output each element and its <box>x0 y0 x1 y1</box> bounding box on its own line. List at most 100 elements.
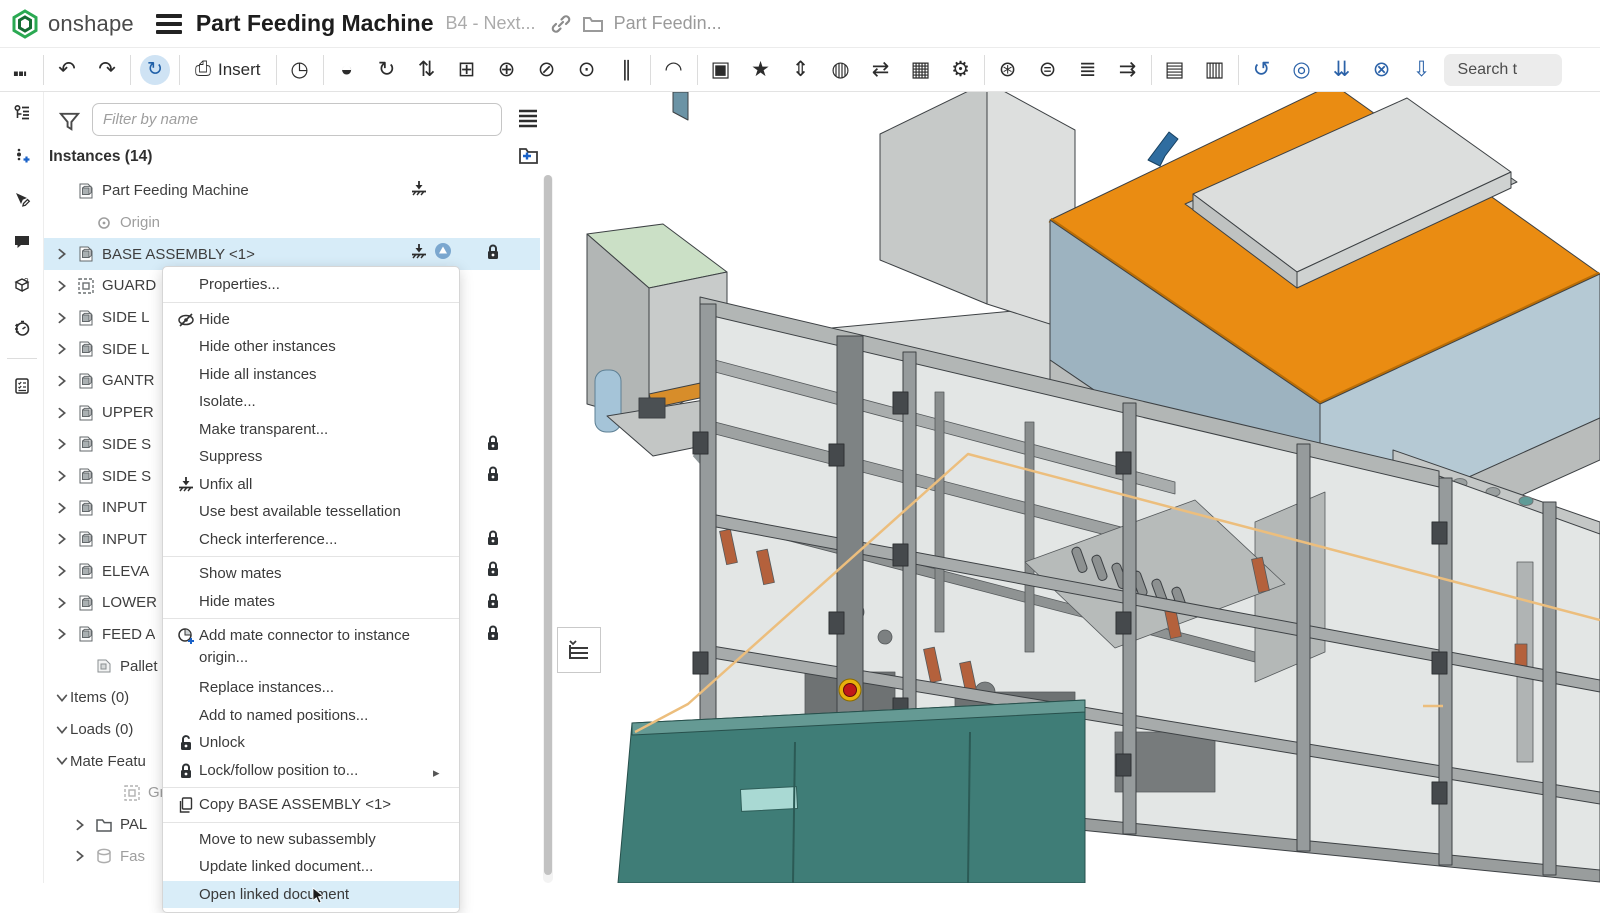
menu-item-hide-all-instances[interactable]: Hide all instances <box>163 361 459 389</box>
update-linked-documents-button[interactable]: ↻ <box>140 55 170 85</box>
chevron-right-icon[interactable] <box>54 373 70 389</box>
chevron-right-icon[interactable] <box>54 595 70 611</box>
variables-add-icon[interactable] <box>7 141 37 171</box>
search-tools-input[interactable]: Search t <box>1444 54 1562 86</box>
revolute-mate-icon[interactable]: ↻ <box>367 52 407 88</box>
pattern-icon[interactable]: ▦ <box>901 52 941 88</box>
menu-item-replace-instances[interactable]: Replace instances... <box>163 674 459 702</box>
move-part-icon[interactable]: ⇕ <box>781 52 821 88</box>
chevron-down-icon[interactable] <box>54 753 70 769</box>
menu-item-add-mate-connector-to-instance-origin[interactable]: Add mate connector to instance origin... <box>163 622 459 674</box>
menu-item-unfix-all[interactable]: Unfix all <box>163 471 459 499</box>
revolve-view-icon[interactable]: ◎ <box>1282 52 1322 88</box>
panel-scrollbar[interactable] <box>543 175 553 883</box>
chevron-right-icon[interactable] <box>54 436 70 452</box>
planar-mate-icon[interactable]: ⊞ <box>447 52 487 88</box>
chevron-right-icon[interactable] <box>54 341 70 357</box>
fixed-icon[interactable] <box>410 243 428 265</box>
linked-document-icon[interactable] <box>434 242 452 264</box>
chevron-right-icon[interactable] <box>54 468 70 484</box>
version-label[interactable]: B4 - Next... <box>446 13 536 34</box>
chevron-down-icon[interactable] <box>54 690 70 706</box>
feature-list-icon[interactable] <box>7 98 37 128</box>
insert-position-icon[interactable]: ⇊ <box>1322 52 1362 88</box>
menu-item-hide-mates[interactable]: Hide mates <box>163 588 459 616</box>
cad-model[interactable] <box>555 92 1600 883</box>
menu-item-hide-other-instances[interactable]: Hide other instances <box>163 333 459 361</box>
assembly-features-icon[interactable]: ⚙ <box>941 52 981 88</box>
lock-icon[interactable] <box>484 529 502 551</box>
drag-part-icon[interactable]: ⇄ <box>861 52 901 88</box>
onshape-logo[interactable]: onshape <box>0 9 148 39</box>
mate-connector-icon[interactable]: ◷ <box>280 52 320 88</box>
sprocket-icon[interactable]: ⊜ <box>1028 52 1068 88</box>
named-views-flyout-button[interactable] <box>557 627 601 673</box>
redo-icon[interactable]: ↷ <box>87 52 127 88</box>
fastened-mate-icon[interactable]: ◒ <box>327 52 367 88</box>
menu-item-make-transparent[interactable]: Make transparent... <box>163 416 459 444</box>
list-view-icon[interactable] <box>516 106 540 135</box>
menu-item-add-to-named-positions[interactable]: Add to named positions... <box>163 702 459 730</box>
cache-state-icon[interactable]: ⇉ <box>1108 52 1148 88</box>
chevron-right-icon[interactable] <box>54 626 70 642</box>
lock-icon[interactable] <box>484 592 502 614</box>
filter-by-name-input[interactable] <box>92 103 502 136</box>
part-inspect-icon[interactable]: ? <box>7 270 37 300</box>
menu-item-show-mates[interactable]: Show mates <box>163 560 459 588</box>
assembly-structure-icon[interactable]: ⑉ <box>0 52 40 88</box>
named-positions-icon[interactable]: ★ <box>741 52 781 88</box>
lock-icon[interactable] <box>484 243 502 265</box>
menu-item-isolate[interactable]: Isolate... <box>163 388 459 416</box>
rack-pinion-icon[interactable]: ≣ <box>1068 52 1108 88</box>
animate-mate-icon[interactable]: ↺ <box>1242 52 1282 88</box>
main-menu-icon[interactable] <box>156 14 182 34</box>
chevron-right-icon[interactable] <box>54 500 70 516</box>
fixed-icon[interactable] <box>410 180 428 202</box>
menu-item-suppress[interactable]: Suppress <box>163 443 459 471</box>
explode-icon[interactable]: ⇩ <box>1402 52 1442 88</box>
comment-icon[interactable] <box>7 227 37 257</box>
gear-relation-icon[interactable]: ⊛ <box>988 52 1028 88</box>
tangent-mate-icon[interactable]: ◠ <box>654 52 694 88</box>
menu-item-unlock[interactable]: Unlock <box>163 729 459 757</box>
parallel-mate-icon[interactable]: ∥ <box>607 52 647 88</box>
workspace-breadcrumb[interactable]: Part Feedin... <box>614 13 722 34</box>
cylindrical-mate-icon[interactable]: ⊙ <box>567 52 607 88</box>
filter-icon[interactable] <box>58 110 81 138</box>
lock-icon[interactable] <box>484 560 502 582</box>
menu-item-check-interference[interactable]: Check interference... <box>163 526 459 554</box>
history-icon[interactable] <box>7 313 37 343</box>
cut-list-icon[interactable] <box>7 371 37 401</box>
link-icon[interactable] <box>550 13 572 35</box>
menu-item-update-linked-document[interactable]: Update linked document... <box>163 853 459 881</box>
lock-icon[interactable] <box>484 465 502 487</box>
lock-icon[interactable] <box>484 434 502 456</box>
ball-mate-icon[interactable]: ⊕ <box>487 52 527 88</box>
pin-slot-mate-icon[interactable]: ⊘ <box>527 52 567 88</box>
tree-row[interactable]: Origin <box>44 207 540 239</box>
group-parts-icon[interactable]: ▣ <box>701 52 741 88</box>
menu-item-copy-base-assembly-1[interactable]: Copy BASE ASSEMBLY <1> <box>163 791 459 819</box>
slider-mate-icon[interactable]: ⇅ <box>407 52 447 88</box>
graphics-viewport[interactable] <box>555 92 1600 883</box>
markup-icon[interactable] <box>7 184 37 214</box>
menu-item-use-best-available-tessellation[interactable]: Use best available tessellation <box>163 498 459 526</box>
chevron-right-icon[interactable] <box>54 405 70 421</box>
create-folder-icon[interactable] <box>516 144 540 171</box>
menu-item-hide[interactable]: Hide <box>163 306 459 334</box>
chevron-right-icon[interactable] <box>54 310 70 326</box>
chevron-right-icon[interactable] <box>72 817 88 833</box>
bom-insert-icon[interactable]: ▥ <box>1195 52 1235 88</box>
menu-item-properties[interactable]: Properties... <box>163 271 459 299</box>
collapse-icon[interactable]: ⊗ <box>1362 52 1402 88</box>
chevron-right-icon[interactable] <box>54 246 70 262</box>
lock-icon[interactable] <box>484 624 502 646</box>
menu-item-open-linked-document[interactable]: Open linked document <box>163 881 459 909</box>
collision-check-icon[interactable]: ◍ <box>821 52 861 88</box>
chevron-right-icon[interactable] <box>72 848 88 864</box>
bom-hidden-icon[interactable]: ▤ <box>1155 52 1195 88</box>
chevron-right-icon[interactable] <box>54 278 70 294</box>
insert-button[interactable]: ⎙ Insert <box>183 52 273 88</box>
menu-item-lock-follow-position-to[interactable]: Lock/follow position to...▸ <box>163 757 459 785</box>
menu-item-move-to-new-subassembly[interactable]: Move to new subassembly <box>163 826 459 854</box>
